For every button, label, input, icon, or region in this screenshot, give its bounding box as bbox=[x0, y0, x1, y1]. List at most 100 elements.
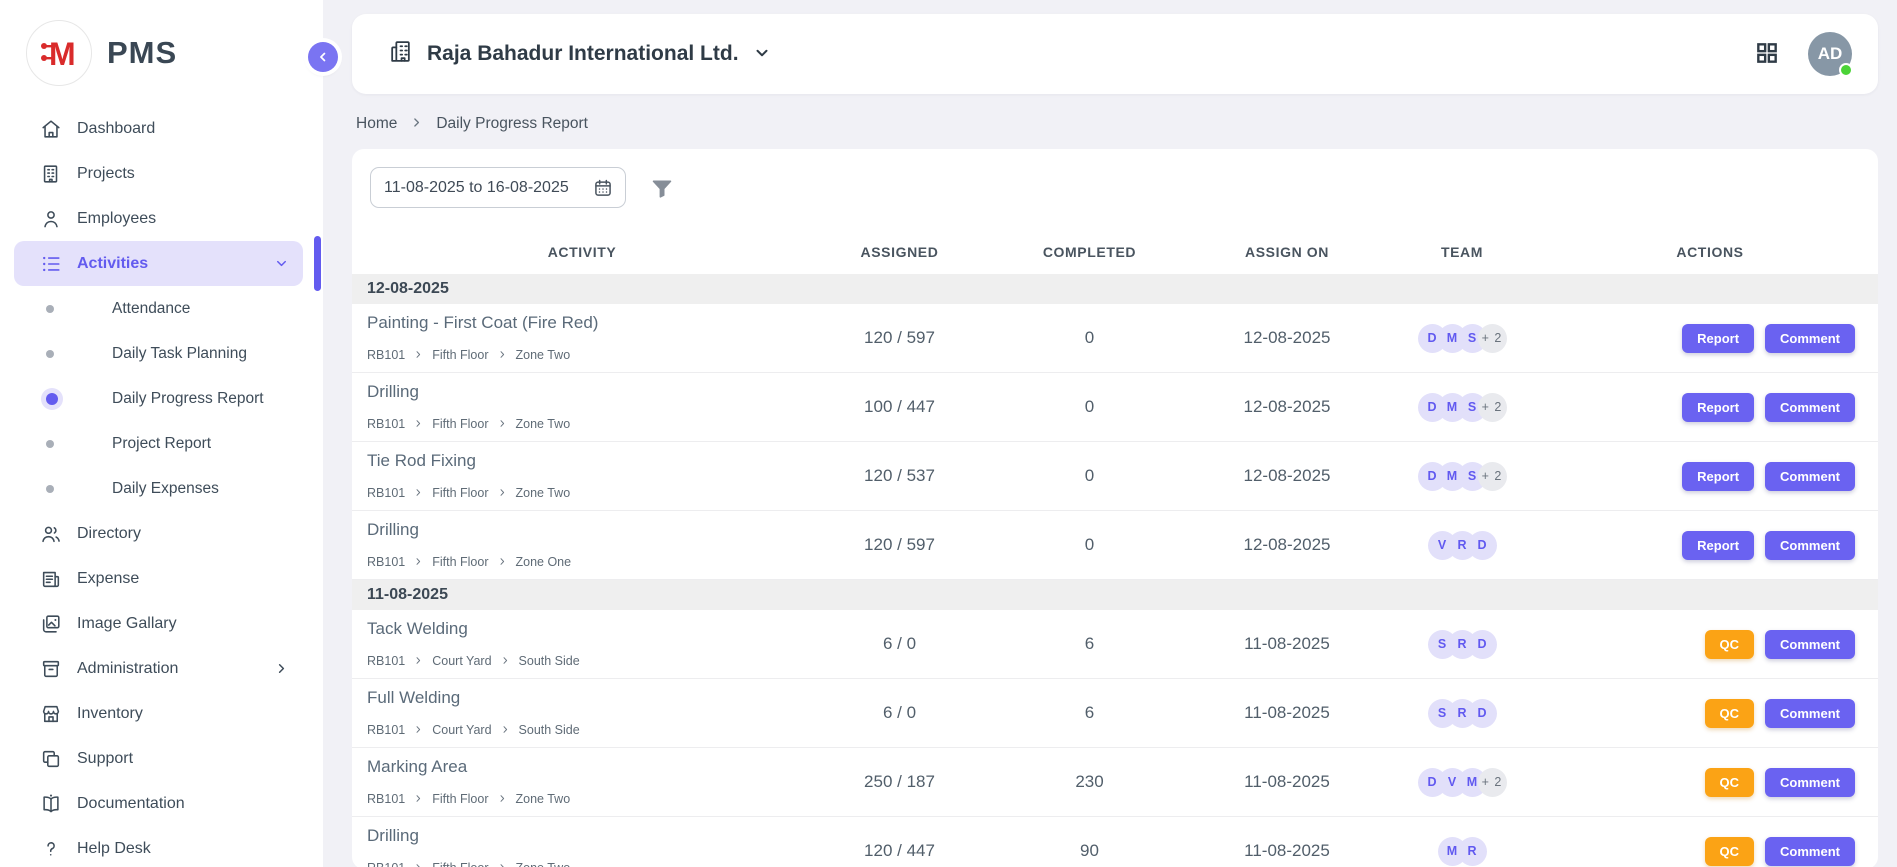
sidebar-item-label: Inventory bbox=[77, 705, 143, 723]
office-building-icon bbox=[388, 39, 413, 69]
team-avatars: MR bbox=[1382, 837, 1542, 866]
company-selector[interactable]: Raja Bahadur International Ltd. bbox=[388, 39, 771, 69]
activity-location: RB101 Fifth Floor Zone Two bbox=[367, 792, 802, 806]
team-member-avatar[interactable]: D bbox=[1468, 699, 1497, 728]
sidebar-item-label: Documentation bbox=[77, 795, 185, 813]
qc-button[interactable]: QC bbox=[1705, 768, 1755, 797]
activity-title: Drilling bbox=[367, 382, 802, 402]
apps-grid-icon[interactable] bbox=[1754, 40, 1782, 68]
qc-button[interactable]: QC bbox=[1705, 630, 1755, 659]
sidebar-collapse-button[interactable] bbox=[308, 42, 338, 72]
location-part: Fifth Floor bbox=[432, 792, 488, 806]
receipt-icon bbox=[40, 568, 62, 590]
location-part: RB101 bbox=[367, 792, 405, 806]
column-header-activity: ACTIVITY bbox=[352, 244, 812, 260]
qc-button[interactable]: QC bbox=[1705, 699, 1755, 728]
row-actions: Report Comment bbox=[1542, 462, 1878, 491]
location-part: Fifth Floor bbox=[432, 555, 488, 569]
team-extra-count[interactable]: + 2 bbox=[1478, 462, 1507, 491]
sidebar-subitem-daily-task-planning[interactable]: Daily Task Planning bbox=[0, 331, 323, 376]
location-part: RB101 bbox=[367, 861, 405, 867]
assign-on-value: 11-08-2025 bbox=[1192, 703, 1382, 723]
sidebar-item-dashboard[interactable]: Dashboard bbox=[14, 106, 303, 151]
comment-button[interactable]: Comment bbox=[1765, 531, 1855, 560]
location-part: Court Yard bbox=[432, 723, 491, 737]
comment-button[interactable]: Comment bbox=[1765, 462, 1855, 491]
comment-button[interactable]: Comment bbox=[1765, 393, 1855, 422]
pms-logo-icon[interactable]: M bbox=[26, 20, 92, 86]
sidebar-item-support[interactable]: Support bbox=[14, 736, 303, 781]
location-part: Zone Two bbox=[516, 486, 571, 500]
location-part: Fifth Floor bbox=[432, 861, 488, 867]
sidebar-item-documentation[interactable]: Documentation bbox=[14, 781, 303, 826]
sidebar-item-directory[interactable]: Directory bbox=[14, 511, 303, 556]
team-member-avatar[interactable]: D bbox=[1468, 531, 1497, 560]
table-row: Full WeldingRB101Court YardSouth Side6 /… bbox=[352, 679, 1878, 748]
report-button[interactable]: Report bbox=[1682, 324, 1754, 353]
team-member-avatar[interactable]: D bbox=[1468, 630, 1497, 659]
layers-icon bbox=[40, 748, 62, 770]
column-header-completed: COMPLETED bbox=[987, 244, 1192, 260]
row-actions: QC Comment bbox=[1542, 699, 1878, 728]
activity-location: RB101Court YardSouth Side bbox=[367, 654, 802, 668]
activity-cell: Marking Area RB101 Fifth Floor Zone Two bbox=[352, 748, 812, 816]
comment-button[interactable]: Comment bbox=[1765, 768, 1855, 797]
sidebar-item-employees[interactable]: Employees bbox=[14, 196, 303, 241]
location-part: Zone Two bbox=[516, 792, 571, 806]
team-member-avatar[interactable]: R bbox=[1458, 837, 1487, 866]
row-actions: QC Comment bbox=[1542, 630, 1878, 659]
user-avatar[interactable]: AD bbox=[1808, 32, 1852, 76]
team-extra-count[interactable]: + 2 bbox=[1478, 768, 1507, 797]
chevron-right-icon bbox=[414, 557, 423, 566]
table-row: DrillingRB101Fifth FloorZone Two120 / 44… bbox=[352, 817, 1878, 867]
comment-button[interactable]: Comment bbox=[1765, 324, 1855, 353]
sidebar-subitem-attendance[interactable]: Attendance bbox=[0, 286, 323, 331]
report-button[interactable]: Report bbox=[1682, 531, 1754, 560]
assigned-value: 120 / 537 bbox=[812, 466, 987, 486]
location-part: South Side bbox=[519, 654, 580, 668]
sidebar-item-help-desk[interactable]: Help Desk bbox=[14, 826, 303, 867]
location-part: Zone Two bbox=[516, 417, 571, 431]
home-icon bbox=[40, 118, 62, 140]
comment-button[interactable]: Comment bbox=[1765, 699, 1855, 728]
sidebar-item-administration[interactable]: Administration bbox=[14, 646, 303, 691]
date-group-header: 12-08-2025 bbox=[352, 274, 1878, 304]
receipt-icon bbox=[40, 568, 62, 590]
location-part: RB101 bbox=[367, 486, 405, 500]
sidebar-item-label: Support bbox=[77, 750, 133, 768]
dot-icon bbox=[46, 440, 54, 448]
report-button[interactable]: Report bbox=[1682, 393, 1754, 422]
table-header-row: ACTIVITYASSIGNEDCOMPLETEDASSIGN ONTEAMAC… bbox=[352, 230, 1878, 274]
team-extra-count[interactable]: + 2 bbox=[1478, 324, 1507, 353]
sidebar-item-expense[interactable]: Expense bbox=[14, 556, 303, 601]
sidebar-item-inventory[interactable]: Inventory bbox=[14, 691, 303, 736]
assign-on-value: 12-08-2025 bbox=[1192, 328, 1382, 348]
sidebar-item-projects[interactable]: Projects bbox=[14, 151, 303, 196]
activity-cell: Painting - First Coat (Fire Red)RB101Fif… bbox=[352, 304, 812, 372]
team-extra-count[interactable]: + 2 bbox=[1478, 393, 1507, 422]
chevron-right-icon bbox=[498, 792, 507, 806]
report-button[interactable]: Report bbox=[1682, 462, 1754, 491]
chevron-right-icon bbox=[274, 661, 289, 676]
comment-button[interactable]: Comment bbox=[1765, 837, 1855, 866]
activity-title: Marking Area bbox=[367, 757, 802, 777]
sidebar-subitem-daily-progress-report[interactable]: Daily Progress Report bbox=[0, 376, 323, 421]
date-range-input[interactable]: 11-08-2025 to 16-08-2025 bbox=[370, 167, 626, 208]
activity-cell: Tack WeldingRB101Court YardSouth Side bbox=[352, 610, 812, 678]
filter-funnel-icon[interactable] bbox=[650, 176, 674, 200]
chevron-right-icon bbox=[414, 419, 423, 428]
assign-on-value: 12-08-2025 bbox=[1192, 397, 1382, 417]
row-actions: Report Comment bbox=[1542, 531, 1878, 560]
list-icon bbox=[40, 253, 62, 275]
breadcrumb-home[interactable]: Home bbox=[356, 115, 397, 133]
app-title: PMS bbox=[107, 35, 177, 71]
qc-button[interactable]: QC bbox=[1705, 837, 1755, 866]
sidebar-subitem-project-report[interactable]: Project Report bbox=[0, 421, 323, 466]
assign-on-value: 12-08-2025 bbox=[1192, 466, 1382, 486]
column-header-assigned: ASSIGNED bbox=[812, 244, 987, 260]
sidebar-item-image-gallary[interactable]: Image Gallary bbox=[14, 601, 303, 646]
sidebar-subitem-daily-expenses[interactable]: Daily Expenses bbox=[0, 466, 323, 511]
comment-button[interactable]: Comment bbox=[1765, 630, 1855, 659]
sidebar-item-activities[interactable]: Activities bbox=[14, 241, 303, 286]
sidebar-subitem-label: Daily Task Planning bbox=[112, 345, 247, 363]
